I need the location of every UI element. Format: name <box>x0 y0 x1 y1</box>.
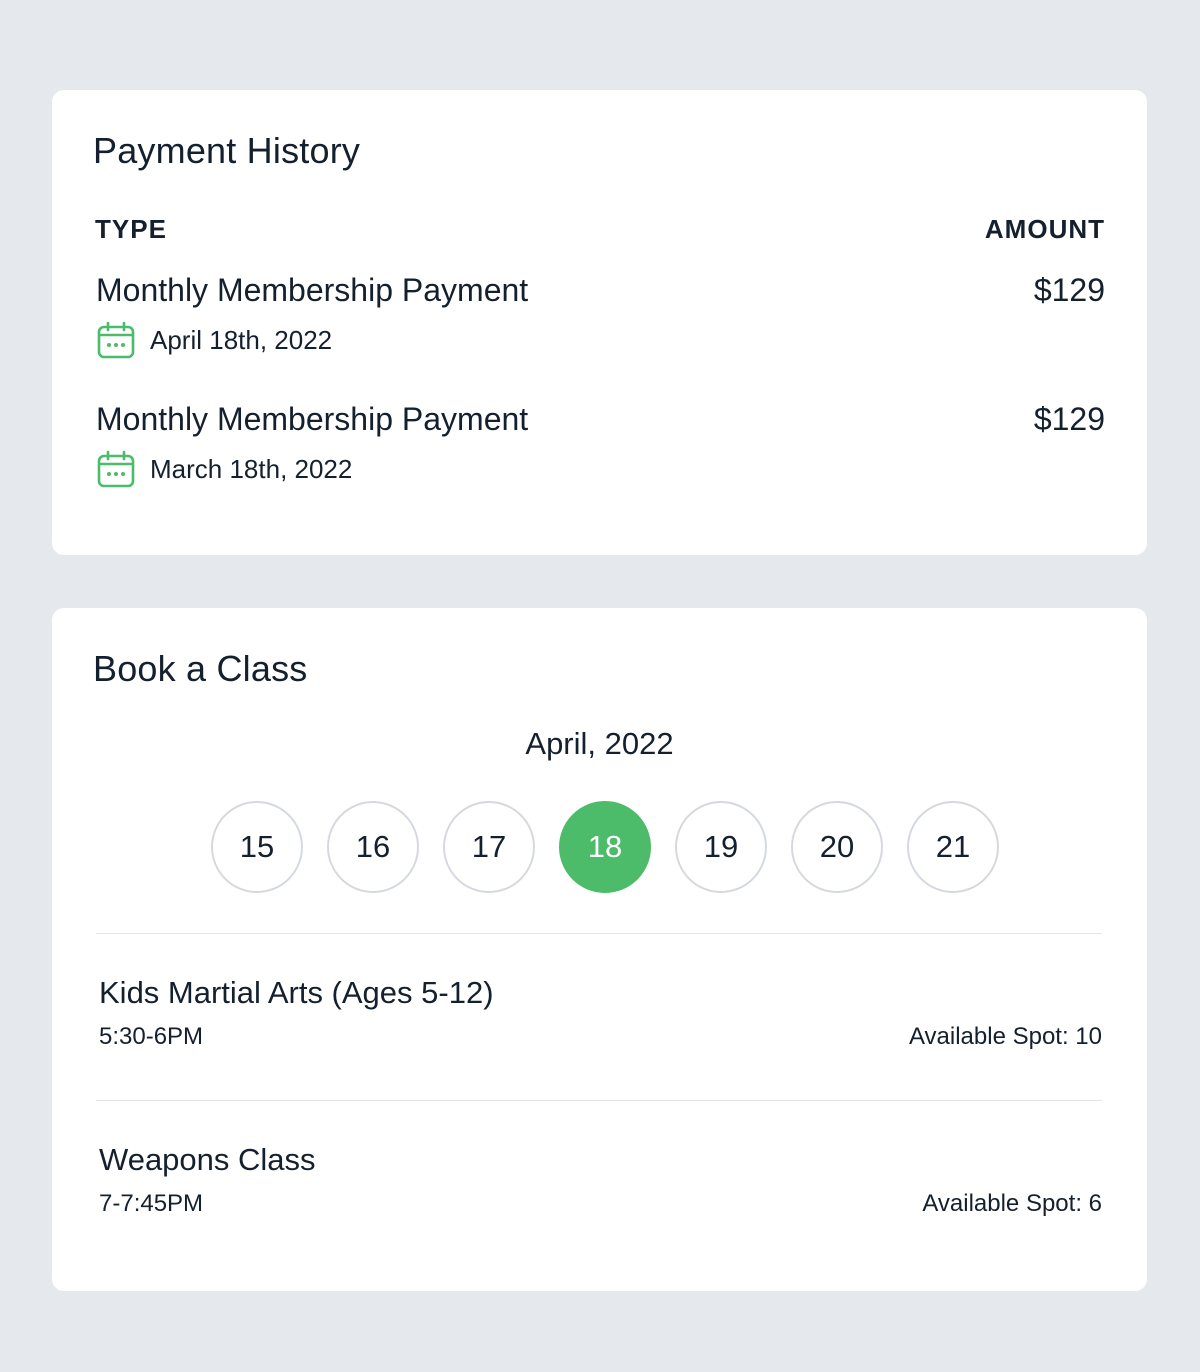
class-list-item[interactable]: Kids Martial Arts (Ages 5-12) 5:30-6PM A… <box>99 975 1102 1055</box>
payment-date: April 18th, 2022 <box>150 324 333 355</box>
payment-type: Monthly Membership Payment <box>96 272 529 308</box>
payment-date: March 18th, 2022 <box>150 453 353 484</box>
class-list-item[interactable]: Weapons Class 7-7:45PM Available Spot: 6 <box>99 1142 1102 1222</box>
payment-date-group: March 18th, 2022 <box>96 449 352 489</box>
day-button[interactable]: 20 <box>791 801 883 893</box>
class-name: Kids Martial Arts (Ages 5-12) <box>99 975 494 1010</box>
type-column-header: TYPE <box>95 214 167 244</box>
day-button[interactable]: 15 <box>211 801 303 893</box>
payment-amount: $129 <box>1033 401 1105 437</box>
calendar-icon <box>96 320 136 360</box>
payment-history-card: Payment History TYPE AMOUNT Monthly Memb… <box>52 90 1147 555</box>
month-label: April, 2022 <box>525 726 674 761</box>
payment-history-title: Payment History <box>93 130 361 171</box>
day-selector: 15 16 17 18 19 20 21 <box>211 801 1023 893</box>
calendar-icon <box>96 449 136 489</box>
day-button-selected[interactable]: 18 <box>559 801 651 893</box>
book-class-title: Book a Class <box>93 648 308 689</box>
class-available-spots: Available Spot: 10 <box>908 1023 1102 1050</box>
day-button[interactable]: 19 <box>675 801 767 893</box>
class-available-spots: Available Spot: 6 <box>922 1190 1102 1217</box>
class-name: Weapons Class <box>99 1142 316 1177</box>
divider <box>96 1100 1102 1101</box>
payment-amount: $129 <box>1033 272 1105 308</box>
payment-row: Monthly Membership Payment $129 March 18… <box>96 401 1105 501</box>
payment-type: Monthly Membership Payment <box>96 401 529 437</box>
divider <box>96 933 1102 934</box>
class-time: 5:30-6PM <box>99 1023 204 1050</box>
class-time: 7-7:45PM <box>99 1190 204 1217</box>
day-button[interactable]: 16 <box>327 801 419 893</box>
payment-date-group: April 18th, 2022 <box>96 320 332 360</box>
payment-row: Monthly Membership Payment $129 April 18… <box>96 272 1105 372</box>
amount-column-header: AMOUNT <box>984 214 1105 244</box>
day-button[interactable]: 17 <box>443 801 535 893</box>
book-class-card: Book a Class April, 2022 15 16 17 18 19 … <box>52 608 1147 1291</box>
day-button[interactable]: 21 <box>907 801 999 893</box>
